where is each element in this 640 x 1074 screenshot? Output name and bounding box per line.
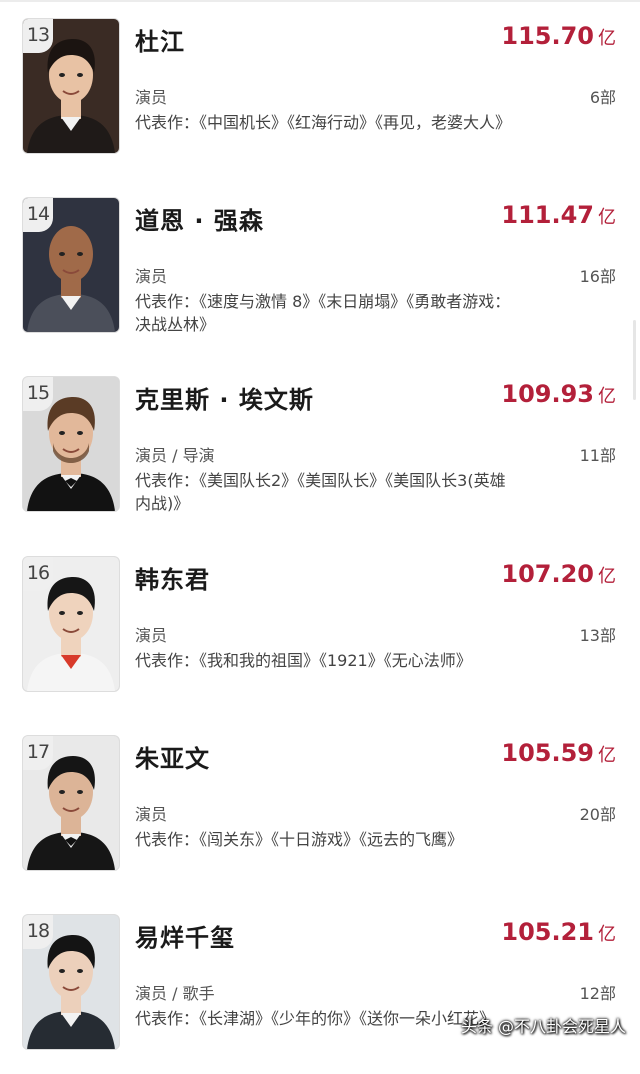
rank-badge: 18 xyxy=(23,915,53,949)
actor-role: 演员 / 歌手 xyxy=(135,984,215,1003)
ranking-row[interactable]: 14 道恩 · 强森 111.47 亿演员 16部代表作：《速度与激情 8》《末日崩塌》… xyxy=(0,197,640,357)
box-office-unit: 亿 xyxy=(598,386,616,407)
box-office-amount: 105.21 亿 xyxy=(501,918,616,946)
avatar[interactable]: 15 xyxy=(22,376,120,512)
rank-badge: 17 xyxy=(23,736,53,770)
rank-badge: 16 xyxy=(23,557,53,591)
actor-name[interactable]: 朱亚文 xyxy=(135,739,210,774)
film-count: 12部 xyxy=(579,984,616,1003)
box-office-unit: 亿 xyxy=(598,28,616,49)
box-office-value: 111.47 xyxy=(501,201,594,229)
ranking-row[interactable]: 13 杜江 115.70 亿演员 6部代表作：《中国机长》《红海行动》《再见，老婆大人》 xyxy=(0,18,640,178)
box-office-amount: 109.93 亿 xyxy=(501,380,616,408)
box-office-amount: 115.70 亿 xyxy=(501,22,616,50)
avatar[interactable]: 18 xyxy=(22,914,120,1050)
actor-name[interactable]: 克里斯 · 埃文斯 xyxy=(135,380,314,415)
rank-badge: 15 xyxy=(23,377,53,411)
actor-name[interactable]: 易烊千玺 xyxy=(135,918,235,953)
scrollbar[interactable] xyxy=(633,320,636,400)
film-count: 11部 xyxy=(579,446,616,465)
ranking-row[interactable]: 15 克里斯 · 埃文斯 109.93 亿演员 / 导演 11部代表作：《美国队长2》《… xyxy=(0,376,640,536)
box-office-value: 105.21 xyxy=(501,918,594,946)
representative-works: 代表作：《中国机长》《红海行动》《再见，老婆大人》 xyxy=(135,113,512,132)
film-count: 20部 xyxy=(579,805,616,824)
actor-role: 演员 xyxy=(135,626,168,645)
representative-works: 代表作：《长津湖》《少年的你》《送你一朵小红花》 xyxy=(135,1009,496,1028)
box-office-amount: 105.59 亿 xyxy=(501,739,616,767)
watermark: 头条 @不八卦会死星人 xyxy=(460,1017,626,1036)
box-office-value: 105.59 xyxy=(501,739,594,767)
box-office-amount: 111.47 亿 xyxy=(501,201,616,229)
ranking-row[interactable]: 16 韩东君 107.20 亿演员 13部代表作：《我和我的祖国》《1921》《无心法师… xyxy=(0,556,640,716)
box-office-value: 107.20 xyxy=(501,560,594,588)
box-office-unit: 亿 xyxy=(598,924,616,945)
avatar[interactable]: 13 xyxy=(22,18,120,154)
box-office-unit: 亿 xyxy=(598,207,616,228)
avatar[interactable]: 17 xyxy=(22,735,120,871)
box-office-value: 115.70 xyxy=(501,22,594,50)
film-count: 13部 xyxy=(579,626,616,645)
actor-name[interactable]: 杜江 xyxy=(135,22,185,57)
representative-works: 代表作：《我和我的祖国》《1921》《无心法师》 xyxy=(135,651,472,670)
box-office-unit: 亿 xyxy=(598,745,616,766)
ranking-row[interactable]: 17 朱亚文 105.59 亿演员 20部代表作：《闯关东》《十日游戏》《远去的飞鹰》 xyxy=(0,735,640,895)
actor-role: 演员 / 导演 xyxy=(135,446,215,465)
avatar[interactable]: 14 xyxy=(22,197,120,333)
representative-works: 代表作：《速度与激情 8》《末日崩塌》《勇敢者游戏：决战丛林》 xyxy=(135,292,511,334)
actor-name[interactable]: 道恩 · 强森 xyxy=(135,201,264,236)
avatar[interactable]: 16 xyxy=(22,556,120,692)
actor-role: 演员 xyxy=(135,88,168,107)
ranking-row[interactable]: 18 易烊千玺 105.21 亿演员 / 歌手 12部代表作：《长津湖》《少年的你》《送… xyxy=(0,914,640,1074)
box-office-amount: 107.20 亿 xyxy=(501,560,616,588)
rank-badge: 13 xyxy=(23,19,53,53)
representative-works: 代表作：《美国队长2》《美国队长》《美国队长3(英雄内战)》 xyxy=(135,471,506,513)
film-count: 16部 xyxy=(579,267,616,286)
top-divider xyxy=(0,0,640,2)
film-count: 6部 xyxy=(589,88,616,107)
representative-works: 代表作：《闯关东》《十日游戏》《远去的飞鹰》 xyxy=(135,830,464,849)
box-office-value: 109.93 xyxy=(501,380,594,408)
actor-role: 演员 xyxy=(135,267,168,286)
rank-badge: 14 xyxy=(23,198,53,232)
actor-name[interactable]: 韩东君 xyxy=(135,560,210,595)
box-office-unit: 亿 xyxy=(598,566,616,587)
actor-role: 演员 xyxy=(135,805,168,824)
